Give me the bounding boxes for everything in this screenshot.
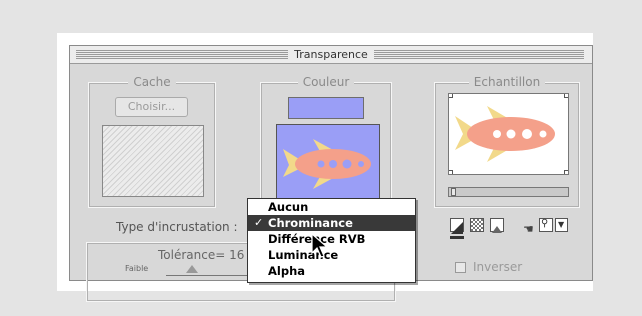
rocket-window (522, 129, 532, 139)
selection-handle[interactable] (449, 94, 453, 98)
dropdown-icon[interactable]: ▼ (555, 218, 568, 232)
selection-handle[interactable] (564, 170, 568, 174)
menu-item-label: Alpha (268, 264, 306, 278)
rocket-window (506, 129, 516, 139)
key-type-label: Type d'incrustation : (116, 220, 238, 234)
menu-item-aucun[interactable]: Aucun (248, 199, 415, 215)
tolerance-thumb[interactable] (186, 265, 198, 273)
mode-underline (450, 236, 464, 239)
echantillon-legend: Echantillon (468, 75, 546, 89)
tolerance-low-label: Faible (125, 264, 149, 273)
sample-slider[interactable] (448, 187, 569, 197)
mask-mode-icon[interactable] (450, 218, 464, 234)
tolerance-label: Tolérance= 16 (158, 248, 245, 262)
title-bar[interactable]: Transparence (70, 46, 592, 64)
rocket-window (358, 161, 364, 167)
sample-preview-image[interactable] (448, 93, 569, 175)
menu-item-label: Aucun (268, 200, 309, 214)
inverser-label: Inverser (473, 260, 523, 274)
color-preview-image (276, 124, 380, 202)
rocket-image (455, 106, 555, 162)
checker-mode-icon[interactable] (470, 218, 484, 232)
menu-item-luminance[interactable]: Luminance (248, 247, 415, 263)
sample-slider-thumb[interactable] (451, 188, 456, 196)
window-title: Transparence (288, 48, 374, 61)
zoom-icon[interactable]: ⚲ (539, 218, 553, 232)
rocket-window (329, 160, 337, 168)
selection-handle[interactable] (564, 94, 568, 98)
menu-item-chrominance[interactable]: ✓ Chrominance (248, 215, 415, 231)
rocket-window (493, 130, 501, 138)
rocket-window (342, 159, 352, 169)
couleur-legend: Couleur (297, 75, 355, 89)
menu-item-difference-rvb[interactable]: Différence RVB (248, 231, 415, 247)
image-mode-icon[interactable] (490, 218, 504, 233)
rocket-window (317, 160, 325, 168)
key-color-swatch[interactable] (288, 97, 364, 119)
menu-item-label: Chrominance (268, 216, 353, 230)
rocket-window (539, 130, 547, 138)
hand-icon[interactable]: ☚ (523, 218, 538, 236)
rocket-image (283, 139, 371, 189)
selection-handle[interactable] (449, 170, 453, 174)
mouse-pointer-icon (311, 233, 329, 258)
checkmark-icon: ✓ (254, 216, 264, 229)
key-type-menu[interactable]: Aucun ✓ Chrominance Différence RVB Lumin… (247, 198, 416, 283)
cache-legend: Cache (128, 75, 176, 89)
inverser-checkbox[interactable] (455, 262, 466, 273)
choose-button[interactable]: Choisir... (115, 97, 188, 117)
menu-item-alpha[interactable]: Alpha (248, 263, 415, 279)
mask-preview (102, 125, 204, 197)
